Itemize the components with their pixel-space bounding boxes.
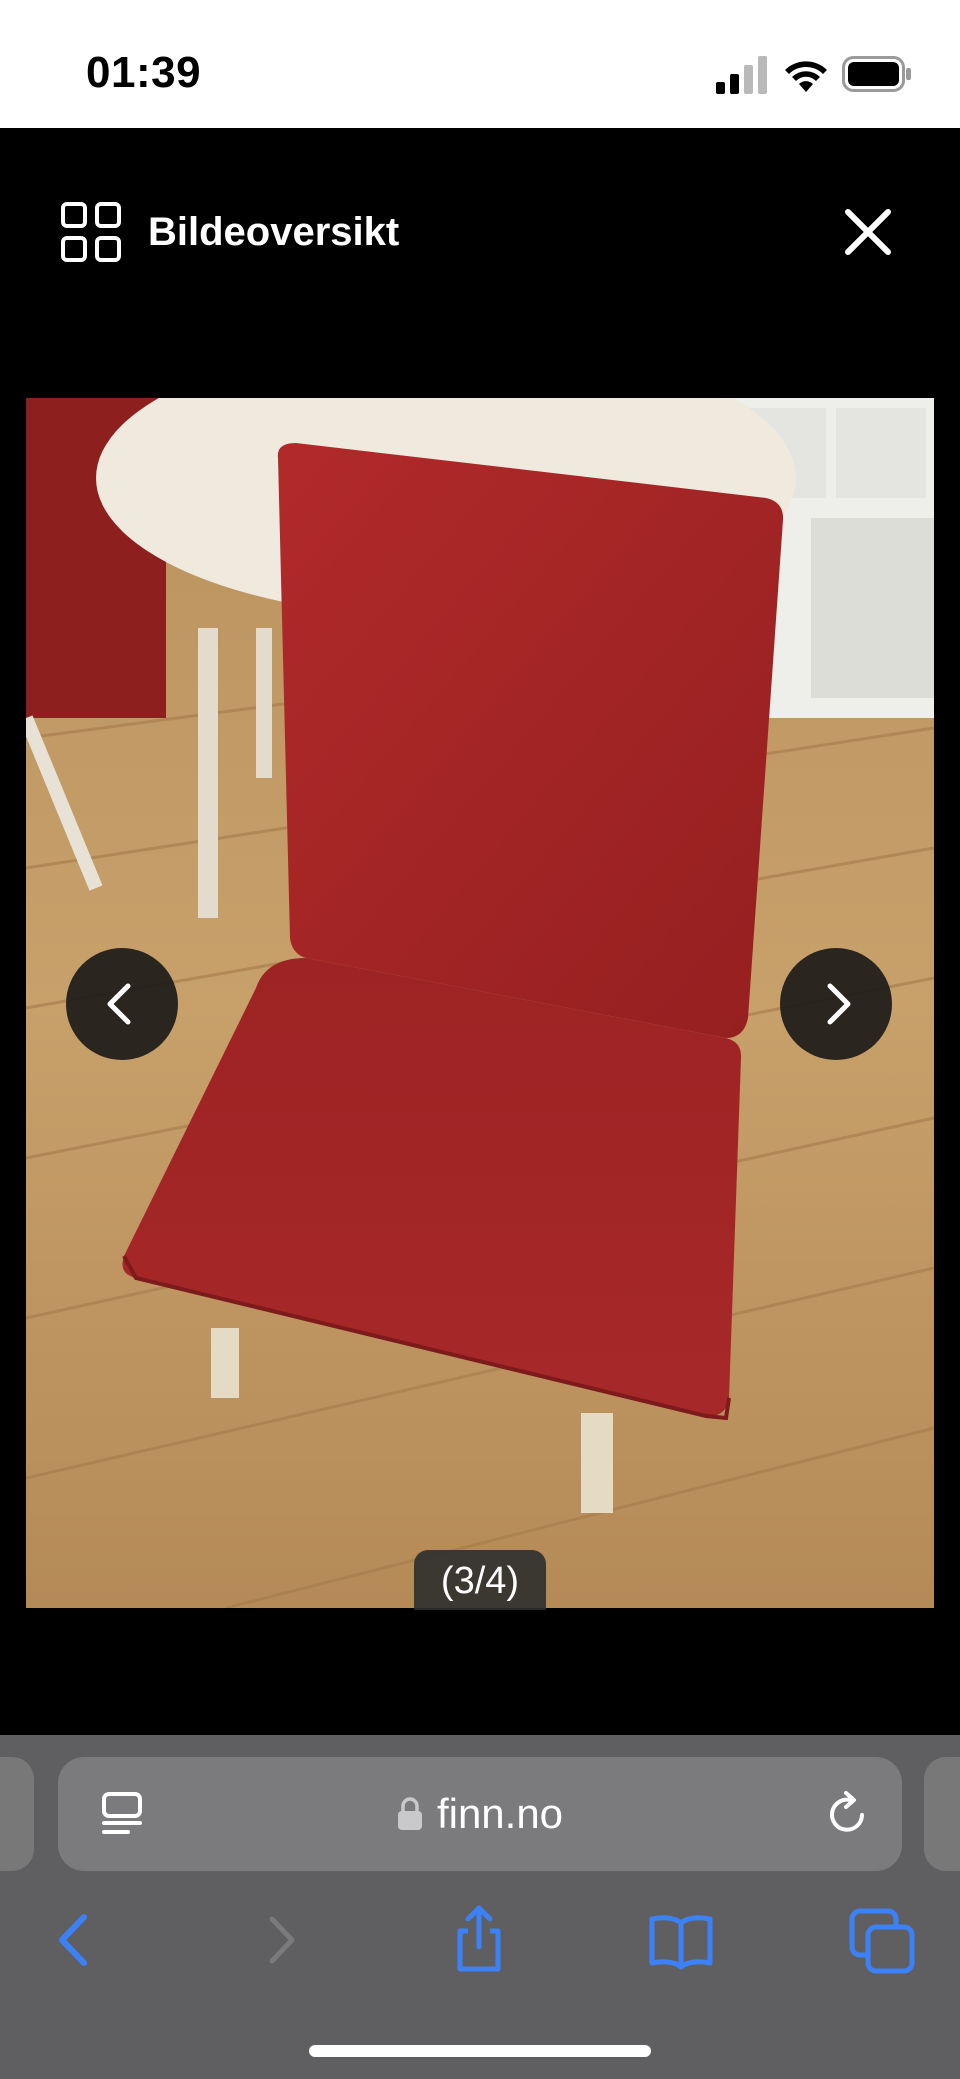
reload-icon[interactable] [822, 1789, 872, 1839]
image-overview-button[interactable]: Bildeoversikt [60, 200, 399, 264]
browser-toolbar: finn.no [0, 1735, 960, 2079]
close-icon[interactable] [840, 204, 896, 260]
chevron-right-icon [827, 983, 851, 1025]
bookmarks-button[interactable] [646, 1905, 716, 1975]
grid-icon [61, 202, 121, 262]
status-time: 01:39 [86, 48, 202, 97]
wifi-icon [785, 61, 827, 92]
chevron-left-icon [107, 983, 131, 1025]
bookmarks-icon [649, 1915, 713, 1970]
previous-tab-card[interactable] [0, 1757, 34, 1871]
cellular-signal-icon [716, 56, 767, 94]
address-bar[interactable]: finn.no [58, 1757, 902, 1871]
battery-icon [842, 56, 911, 92]
safari-toolbar [0, 1885, 960, 1995]
image-counter: (3/4) [414, 1550, 546, 1610]
back-button[interactable] [40, 1905, 110, 1975]
status-bar: 01:39 [0, 0, 960, 128]
tabs-icon [849, 1908, 915, 1974]
next-tab-card[interactable] [924, 1757, 960, 1871]
tabs-button[interactable] [848, 1905, 918, 1975]
image-overview-label: Bildeoversikt [148, 209, 400, 254]
share-button[interactable] [444, 1905, 514, 1975]
share-icon [457, 1905, 501, 1972]
next-image-button[interactable] [780, 948, 892, 1060]
previous-image-button[interactable] [66, 948, 178, 1060]
home-indicator[interactable] [309, 2045, 651, 2057]
forward-button[interactable] [246, 1905, 316, 1975]
back-arrow-icon [59, 1914, 87, 1966]
url-text: finn.no [436, 1790, 564, 1837]
forward-arrow-icon [269, 1916, 295, 1964]
lock-icon [397, 1797, 422, 1830]
